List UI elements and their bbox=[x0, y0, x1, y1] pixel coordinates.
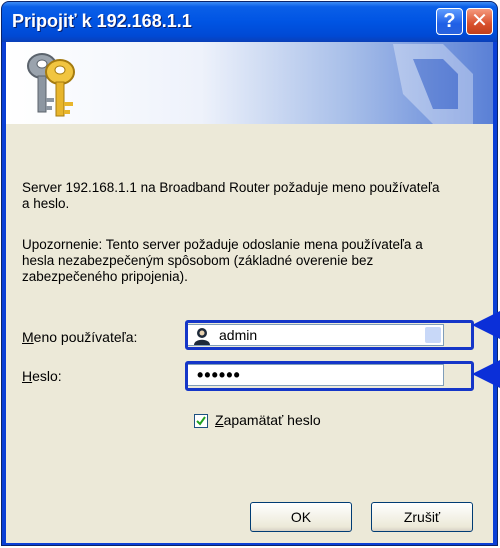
ok-button[interactable]: OK bbox=[250, 502, 352, 532]
remember-password-checkbox[interactable] bbox=[194, 414, 208, 428]
arrow-pointer-icon bbox=[472, 311, 500, 339]
password-label: Heslo: bbox=[22, 368, 62, 384]
cancel-button[interactable]: Zrušiť bbox=[371, 502, 473, 532]
password-label-accel: H bbox=[22, 368, 33, 384]
server-message: Server 192.168.1.1 na Broadband Router p… bbox=[22, 180, 440, 211]
password-highlight-box bbox=[185, 361, 474, 391]
username-label: Meno používateľa: bbox=[22, 329, 137, 345]
close-button[interactable]: ✕ bbox=[466, 8, 493, 35]
title-bar[interactable]: Pripojiť k 192.168.1.1 ? ✕ bbox=[2, 2, 497, 42]
keys-icon bbox=[27, 53, 75, 117]
help-icon: ? bbox=[443, 10, 456, 32]
window-title: Pripojiť k 192.168.1.1 bbox=[12, 11, 192, 31]
username-highlight-box bbox=[185, 320, 474, 350]
remember-accel: Z bbox=[215, 412, 224, 428]
checkmark-icon bbox=[196, 416, 206, 426]
login-dialog-window: Pripojiť k 192.168.1.1 ? ✕ Server 192.16… bbox=[1, 1, 498, 546]
help-button[interactable]: ? bbox=[436, 8, 463, 35]
arrow-pointer-icon bbox=[472, 360, 500, 388]
username-label-text: eno používateľa: bbox=[33, 329, 138, 345]
password-label-text: eslo: bbox=[32, 368, 62, 384]
dialog-banner bbox=[6, 42, 493, 124]
remember-text: apamätať heslo bbox=[223, 412, 321, 428]
close-icon: ✕ bbox=[471, 10, 488, 32]
banner-decoration bbox=[393, 44, 473, 124]
dialog-body: Server 192.168.1.1 na Broadband Router p… bbox=[6, 124, 493, 543]
username-label-accel: M bbox=[22, 329, 34, 345]
security-warning: Upozornenie: Tento server požaduje odosl… bbox=[22, 237, 423, 284]
remember-password-label[interactable]: Zapamätať heslo bbox=[215, 412, 321, 428]
